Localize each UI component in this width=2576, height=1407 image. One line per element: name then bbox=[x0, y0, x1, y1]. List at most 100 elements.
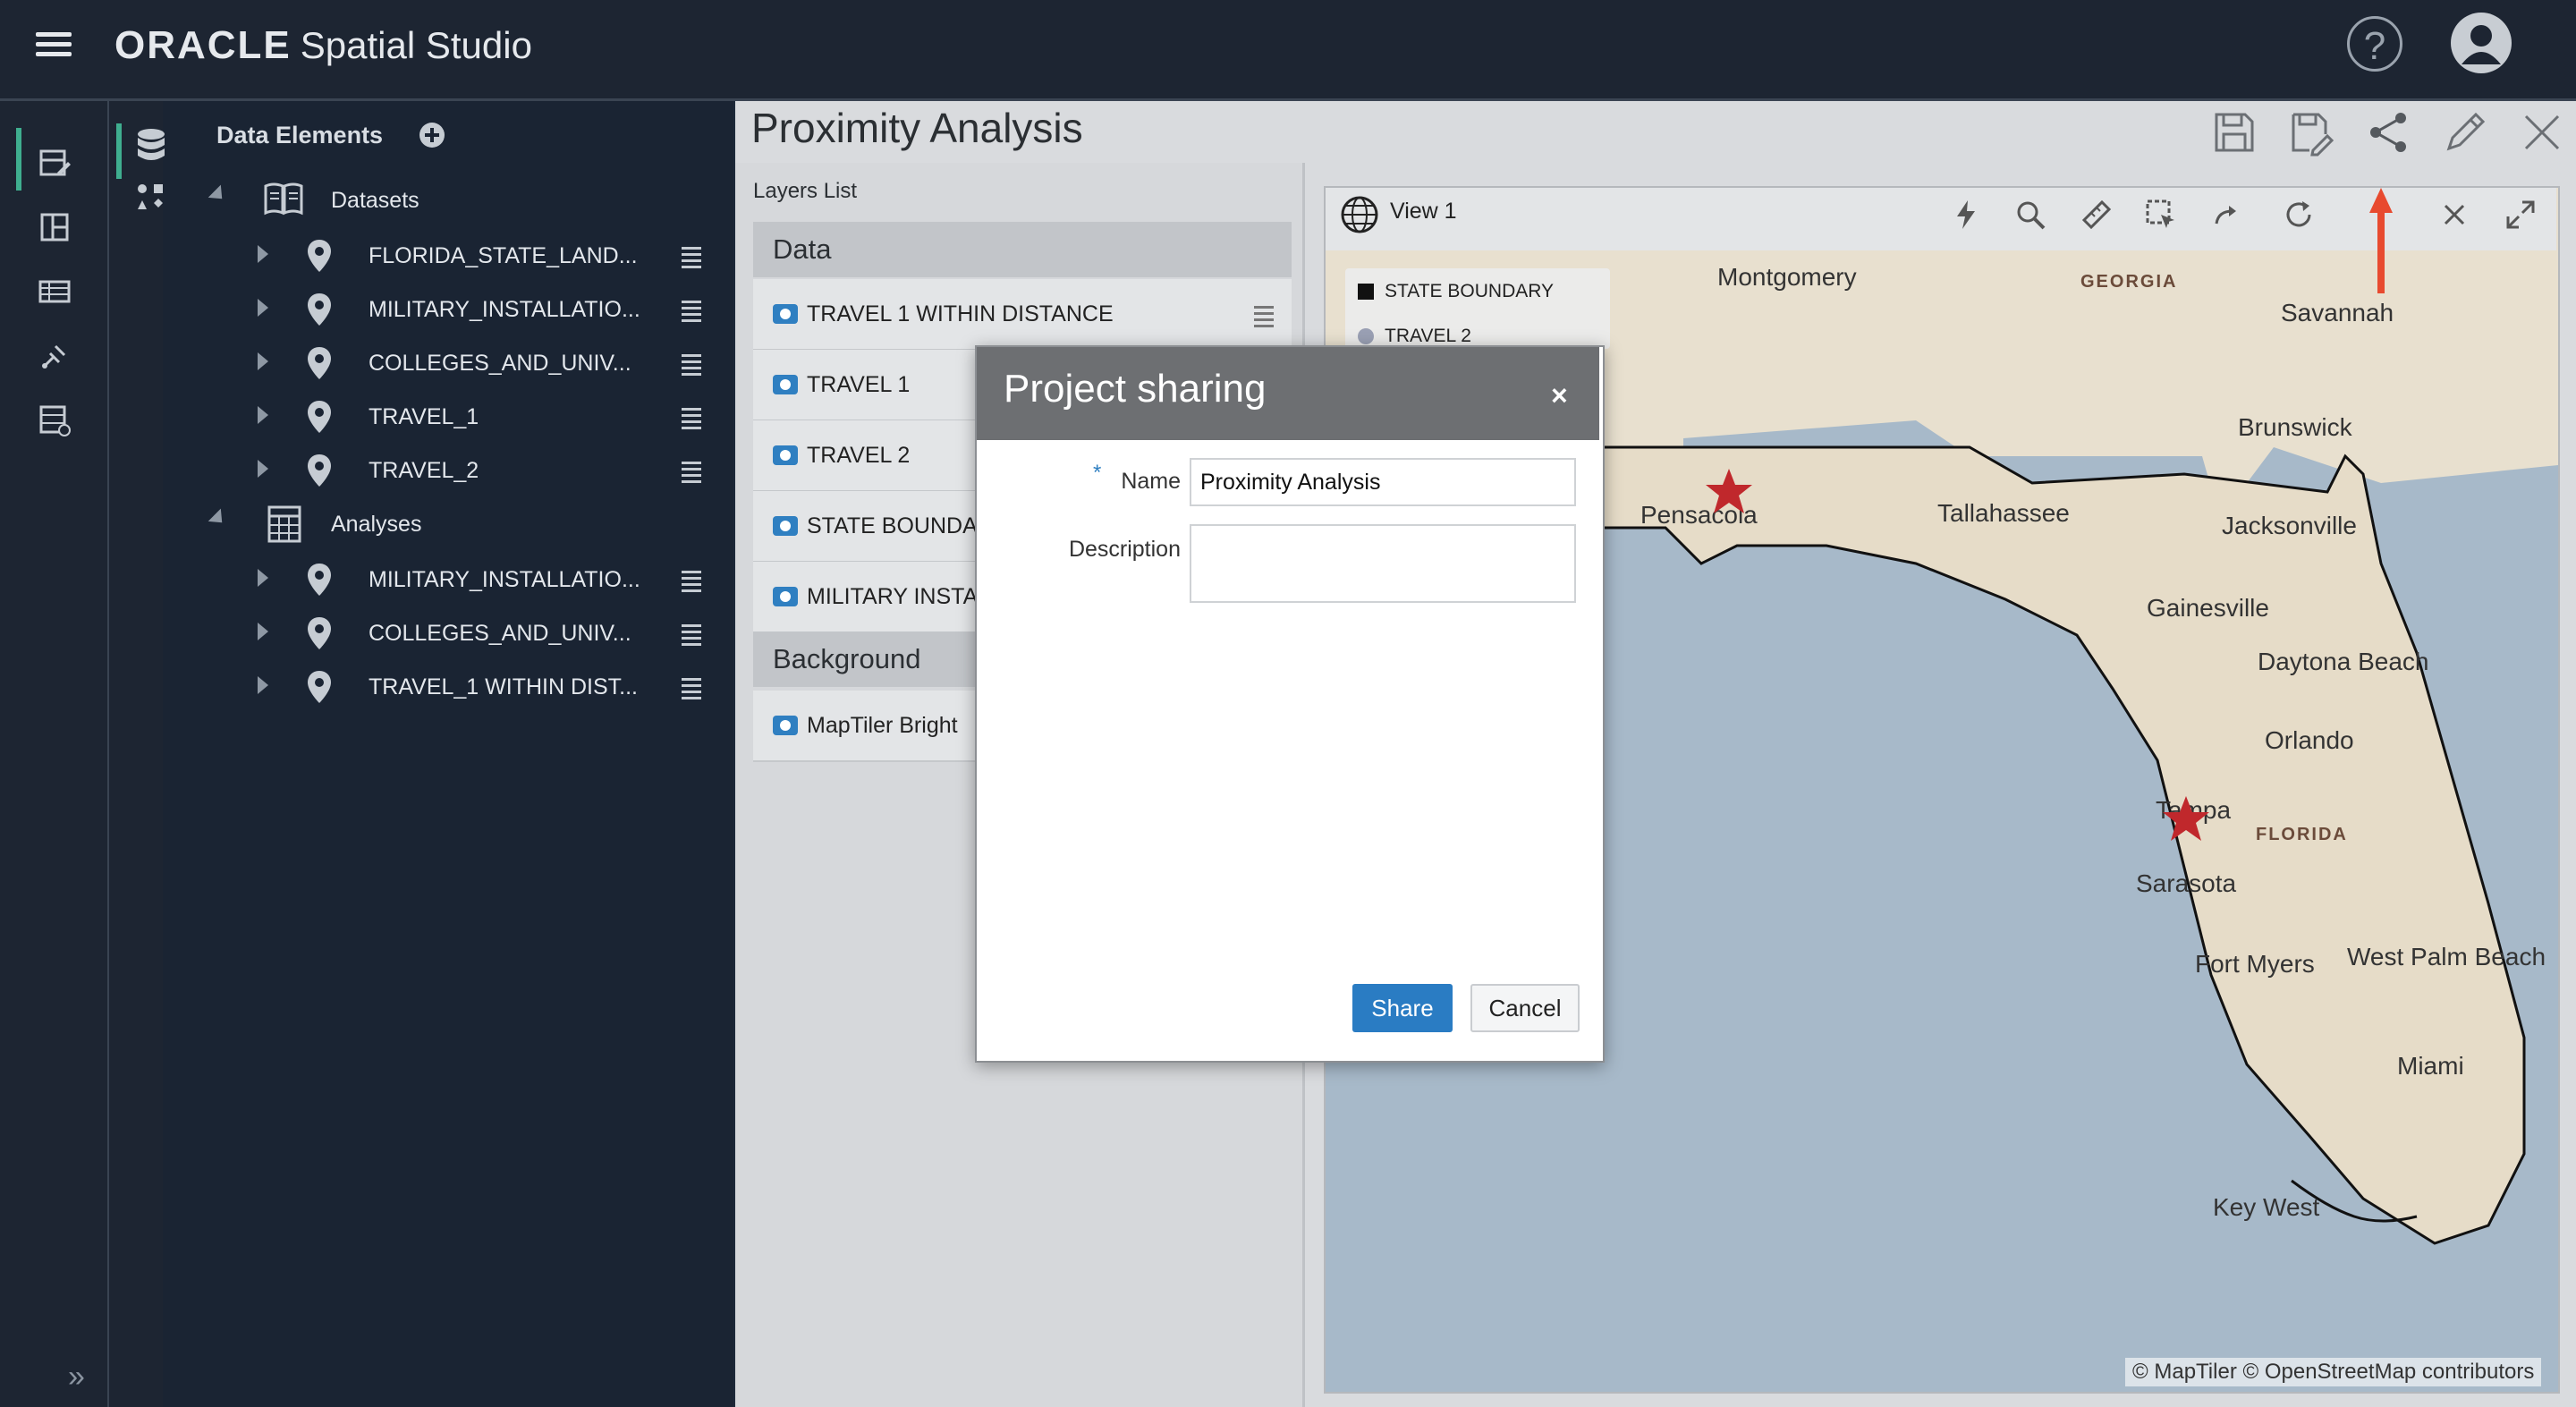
lightning-icon[interactable] bbox=[1950, 199, 1982, 231]
save-icon[interactable] bbox=[2209, 107, 2259, 157]
expand-arrow-icon[interactable] bbox=[258, 460, 268, 478]
row-menu-icon[interactable] bbox=[682, 621, 701, 649]
expand-arrow-icon[interactable] bbox=[258, 676, 268, 694]
layout-icon[interactable] bbox=[38, 210, 72, 244]
connections-icon[interactable] bbox=[38, 339, 72, 373]
project-title: Proximity Analysis bbox=[751, 105, 1083, 151]
redo-icon[interactable] bbox=[2211, 199, 2243, 231]
share-button[interactable]: Share bbox=[1352, 984, 1453, 1032]
expand-arrow-icon[interactable] bbox=[258, 299, 268, 317]
analysis-item[interactable]: TRAVEL_1 WITHIN DIST... bbox=[256, 665, 712, 716]
projects-icon[interactable] bbox=[38, 146, 72, 180]
dataset-item[interactable]: COLLEGES_AND_UNIV... bbox=[256, 342, 712, 392]
search-icon[interactable] bbox=[2014, 199, 2046, 231]
visibility-eye-icon[interactable] bbox=[773, 516, 798, 536]
maximize-icon[interactable] bbox=[2504, 199, 2537, 231]
spreadsheet-icon bbox=[267, 505, 301, 543]
app-brand: ORACLE Spatial Studio bbox=[114, 23, 532, 68]
map-label: Daytona Beach bbox=[2258, 648, 2429, 675]
edit-pencil-icon[interactable] bbox=[2440, 107, 2490, 157]
map-label: Brunswick bbox=[2238, 413, 2352, 441]
map-label: Savannah bbox=[2281, 299, 2394, 326]
project-sharing-dialog bbox=[975, 345, 1605, 1063]
expand-rail-icon[interactable]: » bbox=[68, 1360, 85, 1394]
name-label: Name bbox=[1121, 469, 1181, 494]
table-icon[interactable] bbox=[38, 275, 72, 309]
map-label: Fort Myers bbox=[2195, 950, 2315, 978]
data-strip-active-indicator bbox=[116, 123, 122, 179]
analyses-group[interactable]: Analyses bbox=[208, 503, 710, 553]
layer-label: STATE BOUNDAR bbox=[807, 513, 994, 538]
refresh-icon[interactable] bbox=[2283, 199, 2315, 231]
collapse-arrow-icon[interactable] bbox=[208, 508, 229, 530]
star-marker-icon[interactable] bbox=[2161, 794, 2211, 844]
measure-ruler-icon[interactable] bbox=[2080, 199, 2113, 231]
layer-label: TRAVEL 1 WITHIN DISTANCE bbox=[807, 301, 1114, 326]
analysis-tools-icon[interactable] bbox=[134, 181, 168, 215]
map-attribution[interactable]: © MapTiler © OpenStreetMap contributors bbox=[2125, 1358, 2542, 1386]
layer-menu-icon[interactable] bbox=[1254, 302, 1274, 331]
map-label: Montgomery bbox=[1717, 263, 1857, 291]
jobs-icon[interactable] bbox=[38, 403, 72, 437]
map-label: Key West bbox=[2213, 1193, 2320, 1221]
select-area-icon[interactable] bbox=[2145, 199, 2177, 231]
dataset-item[interactable]: TRAVEL_1 bbox=[256, 395, 712, 445]
row-menu-icon[interactable] bbox=[682, 351, 701, 379]
add-circle-icon[interactable] bbox=[419, 122, 445, 148]
layer-row[interactable]: TRAVEL 1 WITHIN DISTANCE bbox=[753, 279, 1292, 351]
visibility-eye-icon[interactable] bbox=[773, 445, 798, 465]
row-menu-icon[interactable] bbox=[682, 458, 701, 487]
data-section-header[interactable]: Data bbox=[753, 222, 1292, 277]
dataset-item[interactable]: TRAVEL_2 bbox=[256, 449, 712, 499]
datasets-group[interactable]: Datasets bbox=[208, 179, 710, 229]
data-panel-strip bbox=[109, 101, 163, 1407]
globe-icon bbox=[1341, 196, 1378, 233]
map-label: Tallahassee bbox=[1937, 499, 2070, 527]
row-menu-icon[interactable] bbox=[682, 674, 701, 703]
hamburger-menu-icon[interactable] bbox=[36, 27, 72, 63]
avatar[interactable] bbox=[2451, 13, 2512, 73]
description-field[interactable] bbox=[1190, 524, 1576, 603]
row-menu-icon[interactable] bbox=[682, 243, 701, 272]
star-marker-icon[interactable] bbox=[1704, 467, 1754, 517]
datasets-label: Datasets bbox=[331, 188, 419, 213]
expand-arrow-icon[interactable] bbox=[258, 623, 268, 640]
name-field[interactable] bbox=[1190, 458, 1576, 506]
close-view-icon[interactable] bbox=[2438, 199, 2470, 231]
visibility-eye-icon[interactable] bbox=[773, 587, 798, 606]
legend-label: STATE BOUNDARY bbox=[1385, 281, 1555, 301]
row-menu-icon[interactable] bbox=[682, 567, 701, 596]
help-icon[interactable]: ? bbox=[2347, 16, 2402, 72]
left-icon-rail bbox=[0, 101, 109, 1407]
cancel-button[interactable]: Cancel bbox=[1470, 984, 1580, 1032]
visibility-eye-icon[interactable] bbox=[773, 304, 798, 324]
dataset-item[interactable]: FLORIDA_STATE_LAND... bbox=[256, 234, 712, 284]
share-icon[interactable] bbox=[2363, 107, 2413, 157]
close-icon[interactable] bbox=[2517, 107, 2567, 157]
collapse-arrow-icon[interactable] bbox=[208, 184, 229, 206]
visibility-eye-icon[interactable] bbox=[773, 716, 798, 735]
visibility-eye-icon[interactable] bbox=[773, 375, 798, 394]
layer-label: TRAVEL 1 bbox=[807, 372, 911, 397]
analysis-name: MILITARY_INSTALLATIO... bbox=[369, 567, 640, 592]
map-label: Sarasota bbox=[2136, 869, 2237, 897]
expand-arrow-icon[interactable] bbox=[258, 406, 268, 424]
save-as-icon[interactable] bbox=[2286, 107, 2336, 157]
expand-arrow-icon[interactable] bbox=[258, 245, 268, 263]
row-menu-icon[interactable] bbox=[682, 404, 701, 433]
database-icon[interactable] bbox=[134, 127, 168, 166]
row-menu-icon[interactable] bbox=[682, 297, 701, 326]
dataset-item[interactable]: MILITARY_INSTALLATIO... bbox=[256, 288, 712, 338]
data-elements-title: Data Elements bbox=[216, 122, 384, 148]
expand-arrow-icon[interactable] bbox=[258, 352, 268, 370]
map-pin-icon bbox=[308, 401, 331, 433]
close-dialog-icon[interactable]: × bbox=[1551, 379, 1568, 412]
legend-swatch-icon bbox=[1358, 284, 1374, 301]
analysis-item[interactable]: MILITARY_INSTALLATIO... bbox=[256, 558, 712, 608]
legend-label: TRAVEL 2 bbox=[1385, 326, 1471, 346]
annotation-arrow-icon bbox=[2369, 188, 2393, 293]
expand-arrow-icon[interactable] bbox=[258, 569, 268, 587]
analysis-item[interactable]: COLLEGES_AND_UNIV... bbox=[256, 612, 712, 662]
map-label: Orlando bbox=[2265, 726, 2354, 754]
map-pin-icon bbox=[308, 347, 331, 379]
